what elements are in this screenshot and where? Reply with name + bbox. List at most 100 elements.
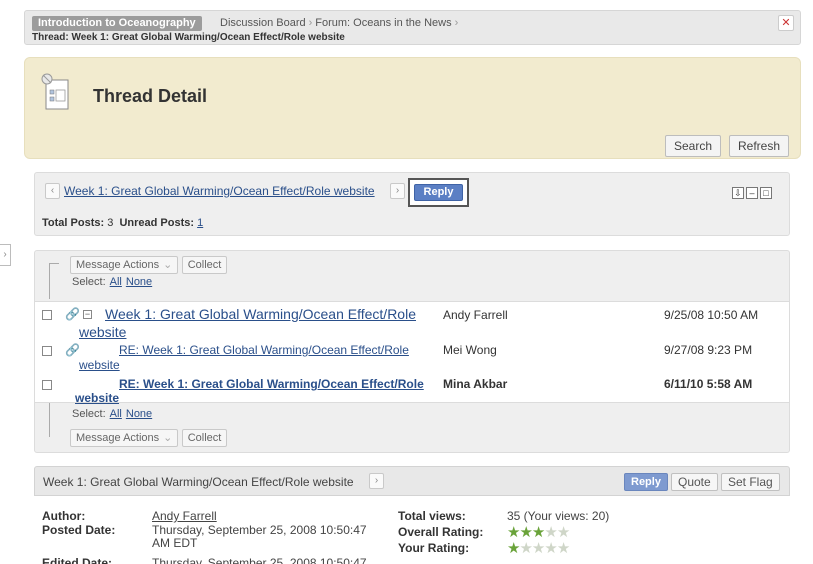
select-all-link[interactable]: All [110, 276, 122, 288]
message-detail-title: Week 1: Great Global Warming/Ocean Effec… [43, 475, 354, 489]
select-controls-top: Select: All None [72, 276, 152, 288]
posted-date-value-continued: AM EDT [152, 536, 198, 550]
post-stats: Total Posts: 3 Unread Posts: 1 [42, 217, 203, 229]
collapse-thread-icon[interactable]: − [83, 310, 92, 319]
total-views-label: Total views: [398, 509, 466, 523]
chevron-down-icon: ⌄ [163, 259, 173, 271]
message-author: Mei Wong [443, 343, 497, 357]
row-checkbox[interactable] [42, 346, 52, 356]
unread-posts-link[interactable]: 1 [197, 217, 203, 229]
next-thread-icon[interactable]: › [390, 183, 405, 199]
message-actions-menu[interactable]: Message Actions ⌄ [70, 256, 179, 274]
message-actions-label: Message Actions [76, 432, 160, 444]
author-link[interactable]: Andy Farrell [152, 509, 217, 523]
message-list: Message Actions ⌄ Collect Select: All None … [34, 250, 790, 453]
breadcrumb: Introduction to Oceanography Discussion … [24, 10, 801, 45]
breadcrumb-separator-icon: › [454, 17, 459, 29]
star-icon: ★ [519, 524, 532, 541]
author-label: Author: [42, 509, 86, 523]
overall-rating-label: Overall Rating: [398, 525, 484, 539]
posted-date-value: Thursday, September 25, 2008 10:50:47 [152, 523, 367, 537]
select-all-link[interactable]: All [110, 408, 122, 420]
attachment-icon: 🔗 [65, 307, 80, 321]
close-icon[interactable]: ✕ [778, 15, 794, 31]
row-checkbox[interactable] [42, 310, 52, 320]
view-options: ⇩ – □ [732, 185, 774, 199]
search-button[interactable]: Search [665, 135, 722, 157]
message-actions-label: Message Actions [76, 259, 160, 271]
row-checkbox[interactable] [42, 380, 52, 390]
your-rating-label: Your Rating: [398, 541, 470, 555]
star-icon[interactable]: ★ [557, 540, 570, 557]
refresh-button[interactable]: Refresh [729, 135, 790, 157]
star-icon: ★ [507, 524, 520, 541]
message-subject-link[interactable]: RE: Week 1: Great Global Warming/Ocean E… [119, 343, 409, 357]
thread-navigation: ‹ Week 1: Great Global Warming/Ocean Eff… [34, 172, 790, 236]
message-detail-body: Author: Andy Farrell Posted Date: Thursd… [34, 496, 790, 564]
breadcrumb-thread: Thread: Week 1: Great Global Warming/Oce… [32, 32, 345, 43]
message-subject-link-continued[interactable]: website [79, 324, 126, 340]
overall-rating-stars: ★★★★★ [507, 524, 570, 541]
total-posts-count: 3 [107, 217, 114, 229]
message-subject-link-continued[interactable]: website [75, 391, 119, 405]
page-header: Thread Detail Search Refresh [24, 57, 801, 159]
collect-button[interactable]: Collect [181, 256, 228, 274]
attachment-icon: 🔗 [65, 343, 80, 357]
thread-detail-icon [41, 73, 69, 110]
star-icon[interactable]: ★ [519, 540, 532, 557]
message-rows: 🔗 − Week 1: Great Global Warming/Ocean E… [35, 301, 789, 405]
your-rating-stars[interactable]: ★★★★★ [507, 540, 570, 557]
edited-date-label: Edited Date: [42, 556, 113, 564]
message-actions-bar-bottom: Message Actions ⌄ Collect [70, 429, 228, 447]
posted-date-label: Posted Date: [42, 523, 116, 537]
next-message-icon[interactable]: › [369, 473, 384, 489]
edited-date-value: Thursday, September 25, 2008 10:50:47 [152, 556, 367, 564]
quote-button[interactable]: Quote [671, 473, 718, 491]
chevron-down-icon: ⌄ [163, 432, 173, 444]
thread-title-link[interactable]: Week 1: Great Global Warming/Ocean Effec… [64, 184, 375, 198]
star-icon[interactable]: ★ [507, 540, 520, 557]
total-posts-label: Total Posts: [42, 217, 105, 229]
message-author: Andy Farrell [443, 308, 508, 322]
message-actions-menu[interactable]: Message Actions ⌄ [70, 429, 179, 447]
message-subject-link[interactable]: RE: Week 1: Great Global Warming/Ocean E… [119, 377, 424, 391]
breadcrumb-item-discussion-board[interactable]: Discussion Board [220, 17, 306, 29]
message-detail-header: Week 1: Great Global Warming/Ocean Effec… [34, 466, 790, 496]
message-subject-link-continued[interactable]: website [79, 358, 120, 372]
message-subject-link[interactable]: Week 1: Great Global Warming/Ocean Effec… [105, 306, 416, 322]
reply-highlight: Reply [408, 178, 469, 207]
breadcrumb-separator-icon: › [308, 17, 313, 29]
star-icon: ★ [544, 524, 557, 541]
total-views-value: 35 (Your views: 20) [507, 509, 610, 523]
collect-button[interactable]: Collect [181, 429, 228, 447]
expand-icon[interactable]: □ [760, 187, 772, 199]
select-controls-bottom: Select: All None [72, 408, 152, 420]
reply-button[interactable]: Reply [414, 184, 463, 201]
breadcrumb-trail: Discussion Board › Forum: Oceans in the Ne… [220, 16, 461, 31]
bracket-line [49, 263, 50, 299]
message-reply-button[interactable]: Reply [624, 473, 668, 491]
breadcrumb-course[interactable]: Introduction to Oceanography [32, 16, 202, 31]
select-none-link[interactable]: None [126, 408, 152, 420]
message-date: 6/11/10 5:58 AM [664, 377, 753, 391]
breadcrumb-item-forum[interactable]: Forum: Oceans in the News [315, 17, 451, 29]
message-author: Mina Akbar [443, 377, 508, 391]
star-icon[interactable]: ★ [532, 540, 545, 557]
set-flag-button[interactable]: Set Flag [721, 473, 780, 491]
download-icon[interactable]: ⇩ [732, 187, 744, 199]
star-icon: ★ [531, 524, 545, 541]
collapse-icon[interactable]: – [746, 187, 758, 199]
select-none-link[interactable]: None [126, 276, 152, 288]
star-icon: ★ [556, 524, 570, 541]
message-date: 9/25/08 10:50 AM [664, 308, 759, 322]
star-icon[interactable]: ★ [544, 540, 557, 557]
page-title: Thread Detail [93, 86, 208, 106]
select-label: Select: [72, 408, 106, 420]
unread-posts-label: Unread Posts: [119, 217, 195, 229]
previous-thread-icon[interactable]: ‹ [45, 183, 60, 199]
bracket-line [49, 263, 59, 264]
message-date: 9/27/08 9:23 PM [664, 343, 753, 357]
bracket-line [49, 403, 50, 437]
select-label: Select: [72, 276, 106, 288]
expand-menu-icon[interactable]: › [0, 244, 11, 266]
